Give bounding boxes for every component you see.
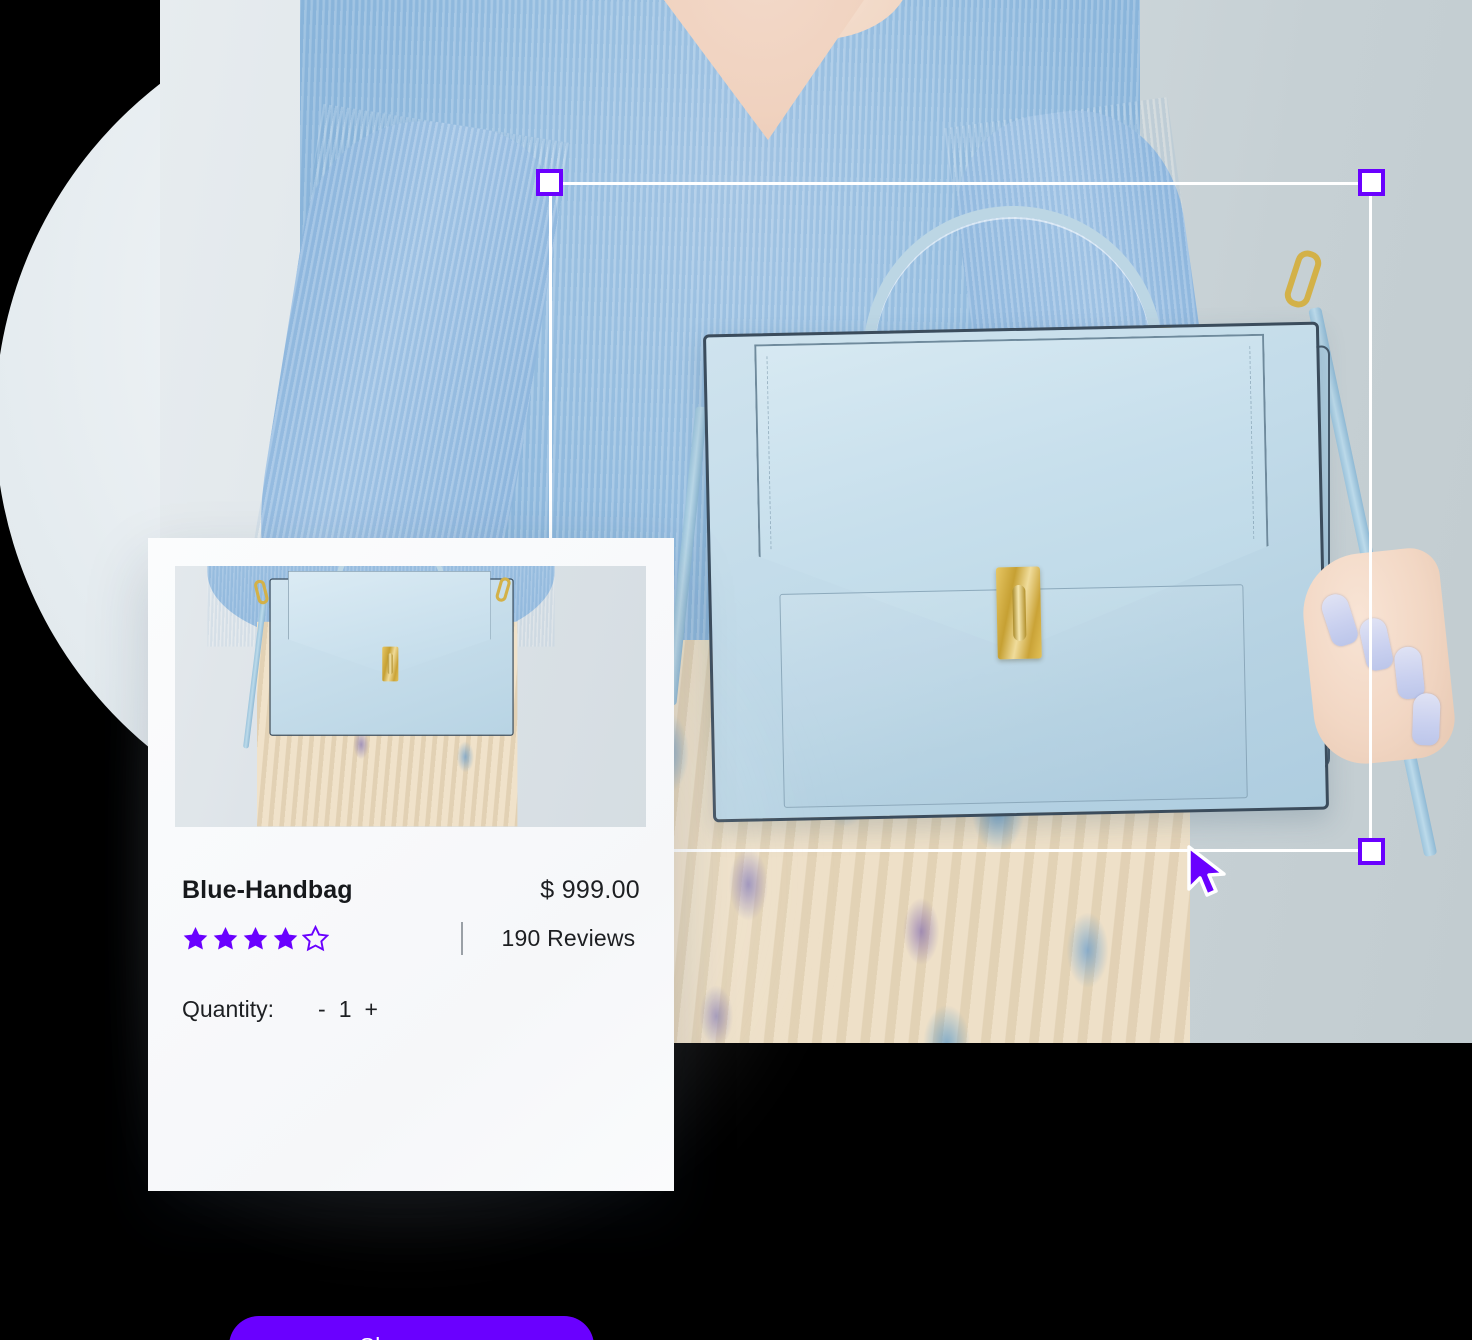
thumbnail-scene bbox=[175, 566, 646, 827]
product-name: Blue-Handbag bbox=[182, 876, 353, 904]
model-left-hand bbox=[1297, 545, 1459, 769]
product-thumbnail[interactable] bbox=[175, 566, 646, 827]
product-title-row: Blue-Handbag $ 999.00 bbox=[182, 876, 640, 905]
product-price: $ 999.00 bbox=[540, 876, 640, 904]
product-card[interactable]: Blue-Handbag $ 999.00 190 Reviews Quanti… bbox=[148, 538, 674, 1340]
fingernail bbox=[1411, 692, 1441, 746]
resize-handle-top-right-icon[interactable] bbox=[1358, 169, 1385, 196]
quantity-value: 1 bbox=[338, 996, 352, 1022]
product-rating-row: 190 Reviews bbox=[182, 922, 644, 955]
star-rating[interactable] bbox=[182, 925, 329, 952]
star-filled-icon bbox=[243, 927, 268, 950]
screenshot-stage: Blue-Handbag $ 999.00 190 Reviews Quanti… bbox=[0, 0, 1472, 1340]
resize-handle-top-left-icon[interactable] bbox=[536, 169, 563, 196]
mouse-pointer-arrow-icon bbox=[1187, 845, 1226, 897]
quantity-row: Quantity: - 1 + bbox=[182, 996, 378, 1023]
shop-now-button-wrap: Shop now bbox=[229, 1086, 594, 1340]
fingernail bbox=[1393, 645, 1426, 701]
fingernail bbox=[1318, 590, 1361, 649]
star-filled-icon bbox=[213, 927, 238, 950]
thumbnail-handbag bbox=[242, 566, 517, 749]
handbag-strap-clip-right bbox=[1281, 247, 1325, 311]
quantity-increment-button[interactable]: + bbox=[365, 996, 378, 1023]
fingernail bbox=[1357, 615, 1395, 673]
star-outline-icon bbox=[302, 925, 329, 952]
handbag-body bbox=[702, 321, 1330, 823]
quantity-decrement-button[interactable]: - bbox=[318, 996, 326, 1023]
star-filled-icon bbox=[273, 927, 298, 950]
rating-divider bbox=[461, 922, 463, 955]
quantity-label: Quantity: bbox=[182, 996, 275, 1022]
handbag-graphic bbox=[664, 200, 1459, 858]
thumbnail-handbag-lock-icon bbox=[382, 646, 399, 682]
star-filled-icon bbox=[183, 927, 208, 950]
quantity-stepper[interactable]: - 1 + bbox=[318, 996, 378, 1023]
shop-now-button[interactable]: Shop now bbox=[229, 1316, 594, 1340]
resize-handle-bottom-right-icon[interactable] bbox=[1358, 838, 1385, 865]
review-count[interactable]: 190 Reviews bbox=[502, 925, 636, 952]
handbag-gold-lock-icon bbox=[995, 566, 1042, 660]
